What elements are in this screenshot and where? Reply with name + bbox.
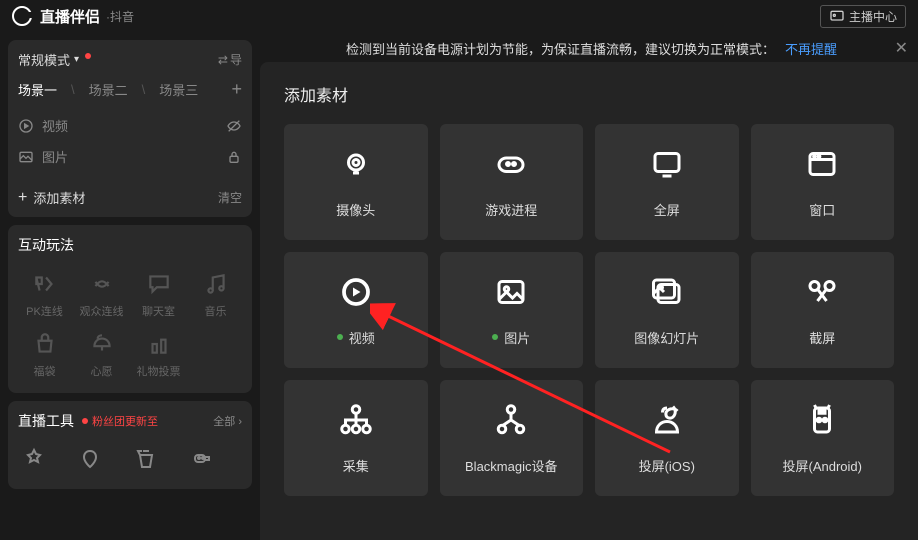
source-card-7[interactable]: 截屏 — [751, 252, 895, 368]
source-card-icon — [804, 274, 840, 310]
source-card-icon — [493, 402, 529, 438]
source-card-label: 全屏 — [654, 200, 680, 219]
tools-panel: 直播工具 粉丝团更新至 全部 › — [8, 401, 252, 489]
source-card-icon — [804, 402, 840, 438]
green-dot-icon — [337, 334, 343, 340]
tool-icon-3[interactable] — [134, 447, 158, 471]
clear-sources-button[interactable]: 清空 — [218, 189, 242, 206]
source-image-row[interactable]: 图片 — [18, 141, 242, 172]
source-card-icon — [649, 274, 685, 310]
modal-title: 添加素材 — [284, 82, 894, 106]
add-scene-button[interactable]: + — [231, 79, 242, 100]
notice-close-icon[interactable]: ✕ — [895, 38, 908, 58]
source-card-icon — [804, 146, 840, 182]
play-circle-icon — [18, 118, 34, 134]
lock-icon[interactable] — [226, 149, 242, 165]
source-card-label: Blackmagic设备 — [465, 456, 557, 475]
tool-icon-2[interactable] — [78, 447, 102, 471]
interact-chat[interactable]: 聊天室 — [132, 267, 185, 323]
swap-button[interactable]: ⇄ 导 — [218, 51, 242, 68]
source-card-icon — [649, 146, 685, 182]
interact-empty — [189, 327, 242, 383]
source-card-11[interactable]: 投屏(Android) — [751, 380, 895, 496]
tools-title: 直播工具 — [18, 411, 74, 431]
image-icon — [18, 149, 34, 165]
source-card-icon — [493, 274, 529, 310]
add-source-modal: 添加素材 摄像头 游戏进程 全屏 窗口视频 图片 图像幻灯片 截屏采集 Blackmagic设… — [260, 62, 918, 540]
app-logo-icon — [12, 6, 32, 26]
source-card-label: 视频 — [337, 328, 375, 347]
source-card-9[interactable]: Blackmagic设备 — [440, 380, 584, 496]
source-card-label: 图像幻灯片 — [634, 328, 699, 347]
source-card-2[interactable]: 全屏 — [595, 124, 739, 240]
scene-panel: 常规模式▾ ⇄ 导 场景一 \ 场景二 \ 场景三 + 视频 图片 — [8, 40, 252, 217]
source-card-label: 摄像头 — [336, 200, 375, 219]
source-card-label: 游戏进程 — [485, 200, 537, 219]
source-card-label: 窗口 — [809, 200, 835, 219]
scene-tab-1[interactable]: 场景一 — [18, 80, 57, 99]
interact-gift[interactable]: 礼物投票 — [132, 327, 185, 383]
source-card-icon — [338, 146, 374, 182]
notice-bar: 检测到当前设备电源计划为节能，为保证直播流畅，建议切换为正常模式： 不再提醒 ✕ — [346, 38, 908, 58]
tools-badge: 粉丝团更新至 — [82, 413, 158, 429]
source-card-icon — [649, 402, 685, 438]
source-card-10[interactable]: 投屏(iOS) — [595, 380, 739, 496]
green-dot-icon — [492, 334, 498, 340]
source-card-label: 投屏(iOS) — [639, 456, 695, 475]
source-card-icon — [338, 274, 374, 310]
source-card-8[interactable]: 采集 — [284, 380, 428, 496]
source-card-6[interactable]: 图像幻灯片 — [595, 252, 739, 368]
source-card-icon — [493, 146, 529, 182]
source-card-icon — [338, 402, 374, 438]
source-card-label: 投屏(Android) — [783, 456, 862, 475]
source-card-label: 图片 — [492, 328, 530, 347]
source-card-label: 截屏 — [809, 328, 835, 347]
source-card-3[interactable]: 窗口 — [751, 124, 895, 240]
interact-music[interactable]: 音乐 — [189, 267, 242, 323]
eye-off-icon[interactable] — [226, 118, 242, 134]
tv-icon — [829, 8, 845, 24]
tool-icon-1[interactable] — [22, 447, 46, 471]
interact-bag[interactable]: 福袋 — [18, 327, 71, 383]
app-subtitle: ·抖音 — [106, 8, 134, 25]
source-card-0[interactable]: 摄像头 — [284, 124, 428, 240]
mode-selector[interactable]: 常规模式▾ — [18, 50, 91, 69]
source-video-row[interactable]: 视频 — [18, 110, 242, 141]
interact-audience[interactable]: 观众连线 — [75, 267, 128, 323]
source-card-4[interactable]: 视频 — [284, 252, 428, 368]
interact-panel: 互动玩法 PK连线 观众连线 聊天室 音乐 福袋 心愿 礼物投票 — [8, 225, 252, 393]
interact-wish[interactable]: 心愿 — [75, 327, 128, 383]
source-card-1[interactable]: 游戏进程 — [440, 124, 584, 240]
source-card-label: 采集 — [343, 456, 369, 475]
interact-title: 互动玩法 — [18, 235, 242, 255]
scene-tab-3[interactable]: 场景三 — [159, 80, 198, 99]
broadcast-center-button[interactable]: 主播中心 — [820, 5, 906, 28]
notice-text: 检测到当前设备电源计划为节能，为保证直播流畅，建议切换为正常模式： — [346, 39, 775, 58]
scene-tab-2[interactable]: 场景二 — [89, 80, 128, 99]
tool-icon-4[interactable] — [190, 447, 214, 471]
app-title: 直播伴侣 — [40, 6, 100, 27]
source-card-5[interactable]: 图片 — [440, 252, 584, 368]
interact-pk[interactable]: PK连线 — [18, 267, 71, 323]
tools-all-button[interactable]: 全部 › — [213, 413, 242, 429]
notice-dismiss-link[interactable]: 不再提醒 — [785, 39, 837, 58]
add-source-button[interactable]: +添加素材 — [18, 188, 85, 207]
